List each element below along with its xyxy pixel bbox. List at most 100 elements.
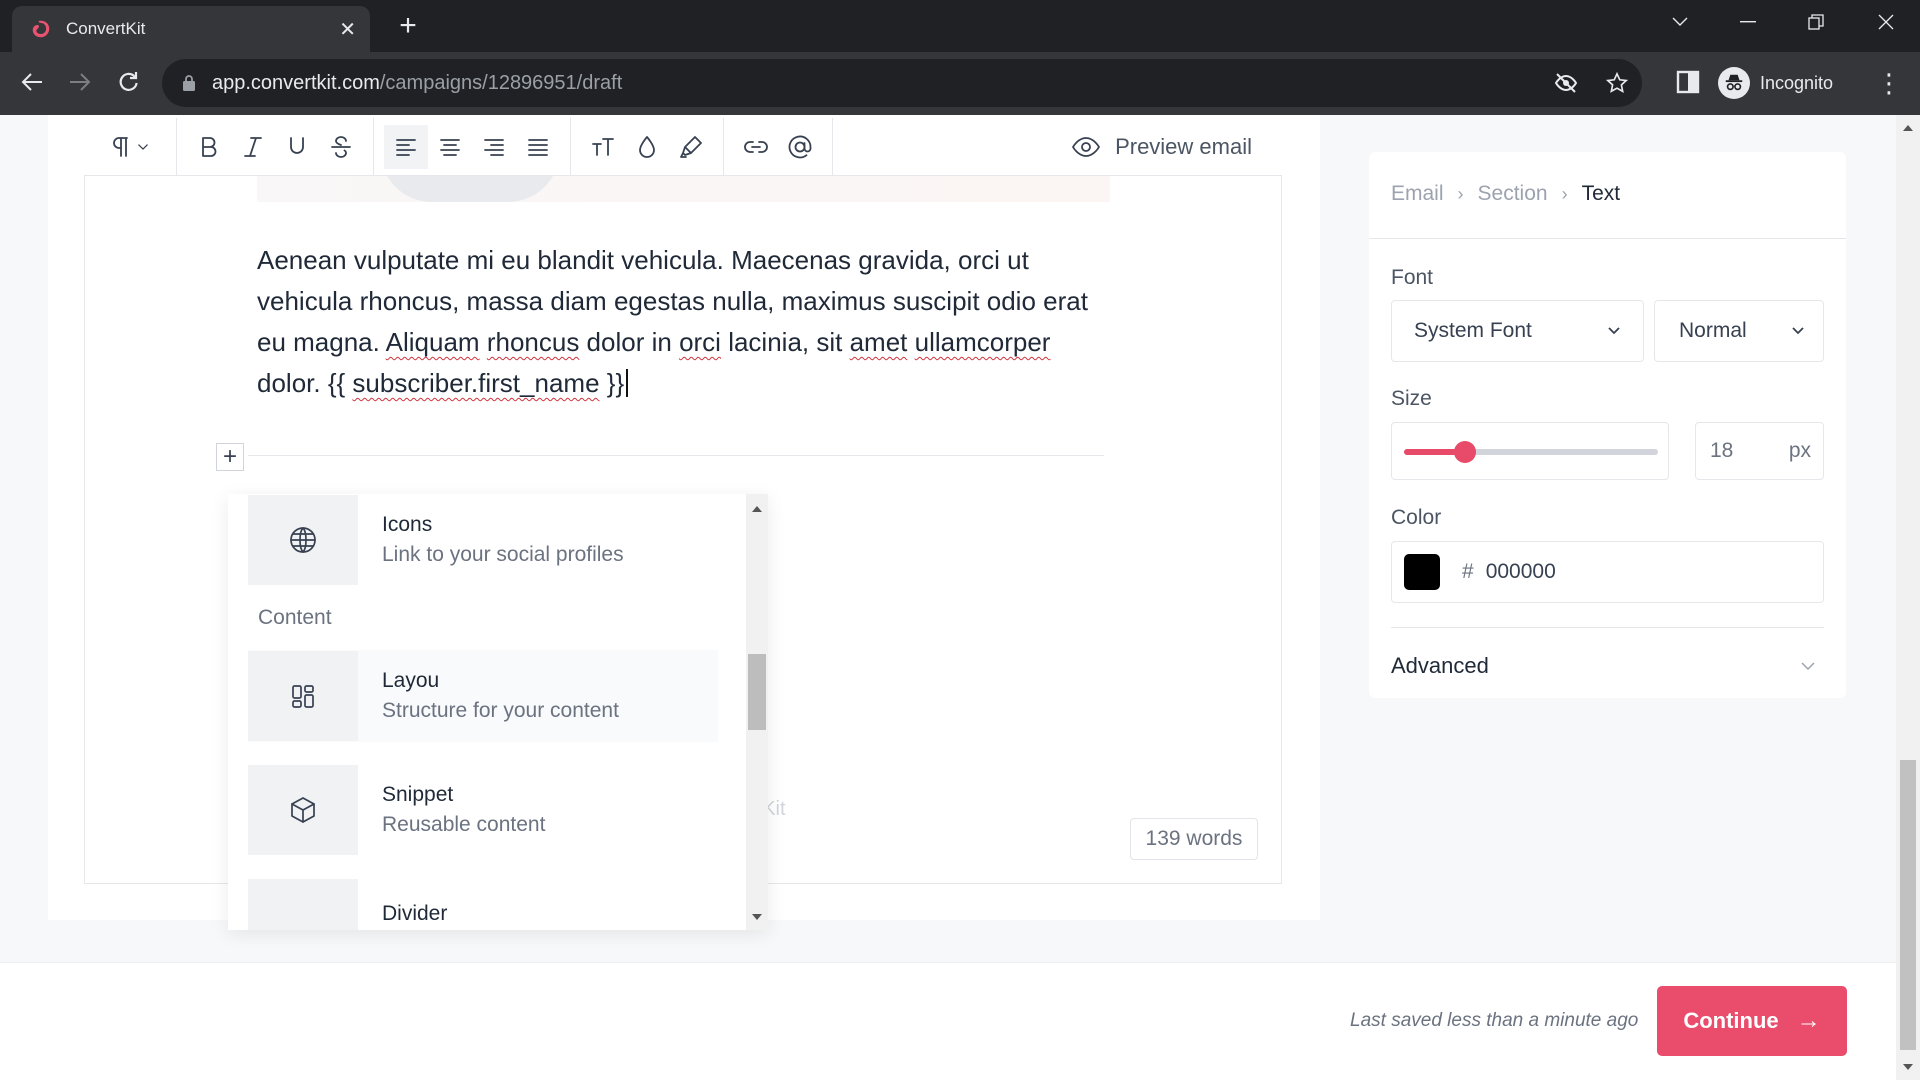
align-justify-icon — [528, 138, 548, 156]
align-center-icon — [440, 138, 460, 156]
browser-menu-icon[interactable]: ⋮ — [1876, 64, 1902, 102]
block-option-layout[interactable]: Layou Structure for your content — [248, 650, 718, 742]
align-center-button[interactable] — [428, 125, 472, 169]
formatting-toolbar: Preview email — [84, 117, 1282, 176]
align-left-button[interactable] — [384, 124, 428, 169]
globe-icon — [290, 527, 316, 553]
panel-divider — [1391, 627, 1824, 628]
font-size-input[interactable]: 18 px — [1695, 422, 1824, 480]
block-option-snippet[interactable]: Snippet Reusable content — [248, 764, 718, 856]
font-family-value: System Font — [1414, 319, 1532, 342]
chevron-down-icon — [138, 143, 148, 150]
align-justify-button[interactable] — [516, 125, 560, 169]
continue-label: Continue — [1683, 1008, 1779, 1033]
add-block-button[interactable]: + — [216, 443, 244, 471]
misspelled-word: Aliquam — [385, 327, 480, 357]
align-right-icon — [484, 138, 504, 156]
back-icon[interactable] — [12, 62, 52, 102]
strikethrough-icon — [331, 135, 351, 158]
block-menu-scrollbar[interactable] — [746, 494, 768, 930]
minimize-icon[interactable] — [1718, 0, 1778, 44]
font-size-button[interactable] — [581, 125, 625, 169]
page-scrollbar[interactable] — [1896, 115, 1920, 1080]
new-tab-button[interactable]: + — [390, 8, 426, 44]
scroll-down-arrow-icon[interactable] — [752, 914, 762, 920]
address-bar[interactable]: app.convertkit.com/campaigns/12896951/dr… — [162, 59, 1642, 107]
body-text-segment: dolor. {{ — [257, 368, 353, 398]
italic-icon — [244, 136, 262, 157]
text-color-button[interactable] — [625, 125, 669, 169]
scrollbar-thumb[interactable] — [748, 654, 766, 730]
font-weight-select[interactable]: Normal — [1654, 300, 1824, 362]
breadcrumb: Email › Section › Text — [1391, 182, 1620, 206]
incognito-profile-button[interactable]: Incognito — [1718, 62, 1846, 104]
block-insert-menu: Icons Link to your social profiles Conte… — [228, 494, 768, 930]
block-divider-line — [248, 455, 1104, 456]
paragraph-style-button[interactable] — [94, 125, 166, 169]
browser-tab[interactable]: ConvertKit ✕ — [12, 6, 370, 52]
forward-icon[interactable] — [60, 62, 100, 102]
star-icon[interactable] — [1606, 72, 1628, 94]
side-panel-icon[interactable] — [1676, 70, 1700, 94]
profile-label: Incognito — [1760, 72, 1834, 93]
font-label: Font — [1391, 266, 1434, 289]
reload-icon[interactable] — [108, 62, 148, 102]
block-option-icon-box — [248, 495, 358, 585]
chevron-down-icon — [1792, 327, 1804, 335]
body-text-segment: lacinia, sit — [720, 327, 850, 357]
underline-button[interactable] — [275, 125, 319, 169]
block-option-divider[interactable]: Divider — [248, 878, 718, 930]
eye-off-icon[interactable] — [1554, 72, 1578, 94]
close-window-icon[interactable] — [1856, 0, 1916, 44]
cube-icon — [291, 797, 315, 823]
scroll-up-arrow-icon[interactable] — [1903, 125, 1913, 131]
close-tab-icon[interactable]: ✕ — [339, 17, 356, 42]
scroll-down-arrow-icon[interactable] — [1903, 1064, 1913, 1070]
preview-email-label: Preview email — [1115, 134, 1252, 159]
size-label: Size — [1391, 387, 1432, 410]
slider-thumb[interactable] — [1453, 441, 1476, 463]
block-option-icon-box — [248, 651, 358, 741]
link-button[interactable] — [734, 125, 778, 169]
lock-icon — [183, 75, 195, 91]
tab-search-icon[interactable] — [1650, 0, 1710, 44]
color-swatch[interactable] — [1404, 554, 1440, 590]
incognito-icon — [1718, 67, 1750, 99]
scroll-up-arrow-icon[interactable] — [752, 506, 762, 512]
advanced-section-toggle[interactable]: Advanced — [1391, 646, 1824, 686]
font-size-slider[interactable] — [1404, 441, 1658, 463]
breadcrumb-email[interactable]: Email — [1391, 182, 1444, 206]
block-option-icons[interactable]: Icons Link to your social profiles — [248, 494, 718, 586]
continue-button[interactable]: Continue → — [1657, 986, 1847, 1056]
pilcrow-icon — [113, 136, 128, 157]
block-option-title: Divider — [382, 902, 448, 925]
restore-icon[interactable] — [1786, 0, 1846, 44]
color-label: Color — [1391, 506, 1442, 529]
email-body-text[interactable]: Aenean vulputate mi eu blandit vehicula.… — [257, 240, 1117, 404]
bold-button[interactable] — [187, 125, 231, 169]
breadcrumb-section[interactable]: Section — [1478, 182, 1548, 206]
chevron-right-icon: › — [1457, 183, 1464, 204]
font-size-value: 18 — [1710, 439, 1734, 462]
align-right-button[interactable] — [472, 125, 516, 169]
text-caret — [626, 369, 629, 397]
block-option-description: Structure for your content — [382, 699, 619, 722]
chevron-down-icon — [1608, 327, 1620, 335]
highlight-button[interactable] — [669, 125, 713, 169]
scrollbar-thumb[interactable] — [1900, 760, 1916, 1050]
droplet-icon — [639, 135, 655, 158]
at-sign-icon — [788, 135, 812, 158]
italic-button[interactable] — [231, 125, 275, 169]
font-family-select[interactable]: System Font — [1391, 300, 1644, 362]
strikethrough-button[interactable] — [319, 125, 363, 169]
url-path: /campaigns/12896951/draft — [379, 71, 623, 94]
font-size-unit: px — [1788, 439, 1811, 462]
color-input[interactable]: # 000000 — [1391, 541, 1824, 603]
tab-title: ConvertKit — [66, 19, 146, 38]
layout-grid-icon — [292, 685, 314, 708]
color-hex-value: 000000 — [1485, 560, 1556, 583]
mention-button[interactable] — [778, 125, 822, 169]
misspelled-word: ullamcorper — [914, 327, 1051, 357]
preview-email-button[interactable]: Preview email — [1071, 118, 1252, 176]
panel-divider — [1369, 238, 1846, 239]
